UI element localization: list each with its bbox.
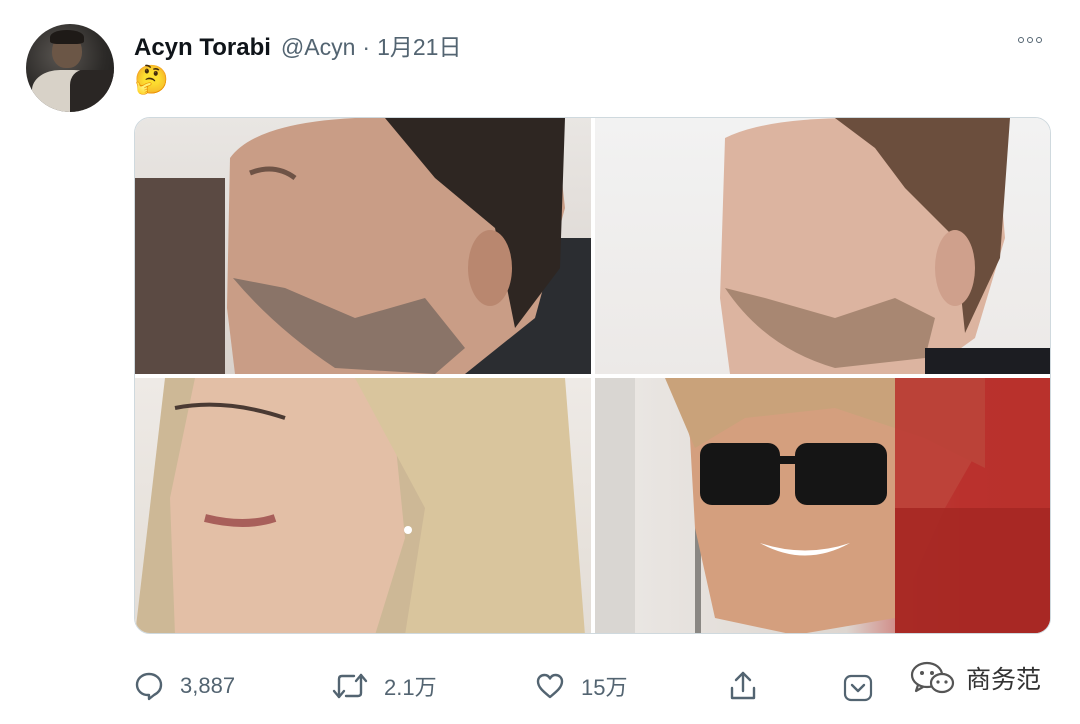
media-photo-2[interactable] <box>595 118 1050 374</box>
author-handle[interactable]: @Acyn <box>281 34 355 61</box>
author-name[interactable]: Acyn Torabi <box>134 34 271 62</box>
like-count: 15万 <box>581 675 628 700</box>
wechat-watermark: 商务范 <box>910 660 1041 696</box>
avatar-figure-coat <box>70 70 114 112</box>
reply-count: 3,887 <box>180 673 236 698</box>
media-photo-4[interactable] <box>595 378 1050 633</box>
more-dot <box>1036 37 1042 43</box>
retweet-count: 2.1万 <box>384 675 437 700</box>
retweet-button[interactable]: 2.1万 <box>332 668 437 704</box>
media-photo-3[interactable] <box>135 378 591 633</box>
author-avatar[interactable] <box>26 24 114 112</box>
watermark-label: 商务范 <box>966 666 1042 694</box>
media-photo-1[interactable] <box>135 118 591 374</box>
more-options-icon[interactable] <box>1018 37 1042 43</box>
like-button[interactable]: 15万 <box>535 668 627 704</box>
chevron-down-icon[interactable] <box>843 674 873 702</box>
retweet-icon <box>332 673 368 699</box>
reply-icon <box>135 672 163 701</box>
more-dot <box>1018 37 1024 43</box>
tweet-header: Acyn Torabi @Acyn · 1月21日 <box>134 28 461 62</box>
header-separator: · <box>362 34 371 60</box>
tweet-date[interactable]: 1月21日 <box>377 28 461 62</box>
tweet-media-grid <box>134 117 1051 634</box>
reply-button[interactable]: 3,887 <box>134 668 235 704</box>
more-dot <box>1027 37 1033 43</box>
heart-icon <box>536 673 564 699</box>
tweet-text: 🤔 <box>134 64 169 95</box>
avatar-figure-hair <box>50 30 84 44</box>
share-icon <box>730 671 756 700</box>
wechat-icon <box>910 661 955 694</box>
share-button[interactable] <box>728 668 758 704</box>
